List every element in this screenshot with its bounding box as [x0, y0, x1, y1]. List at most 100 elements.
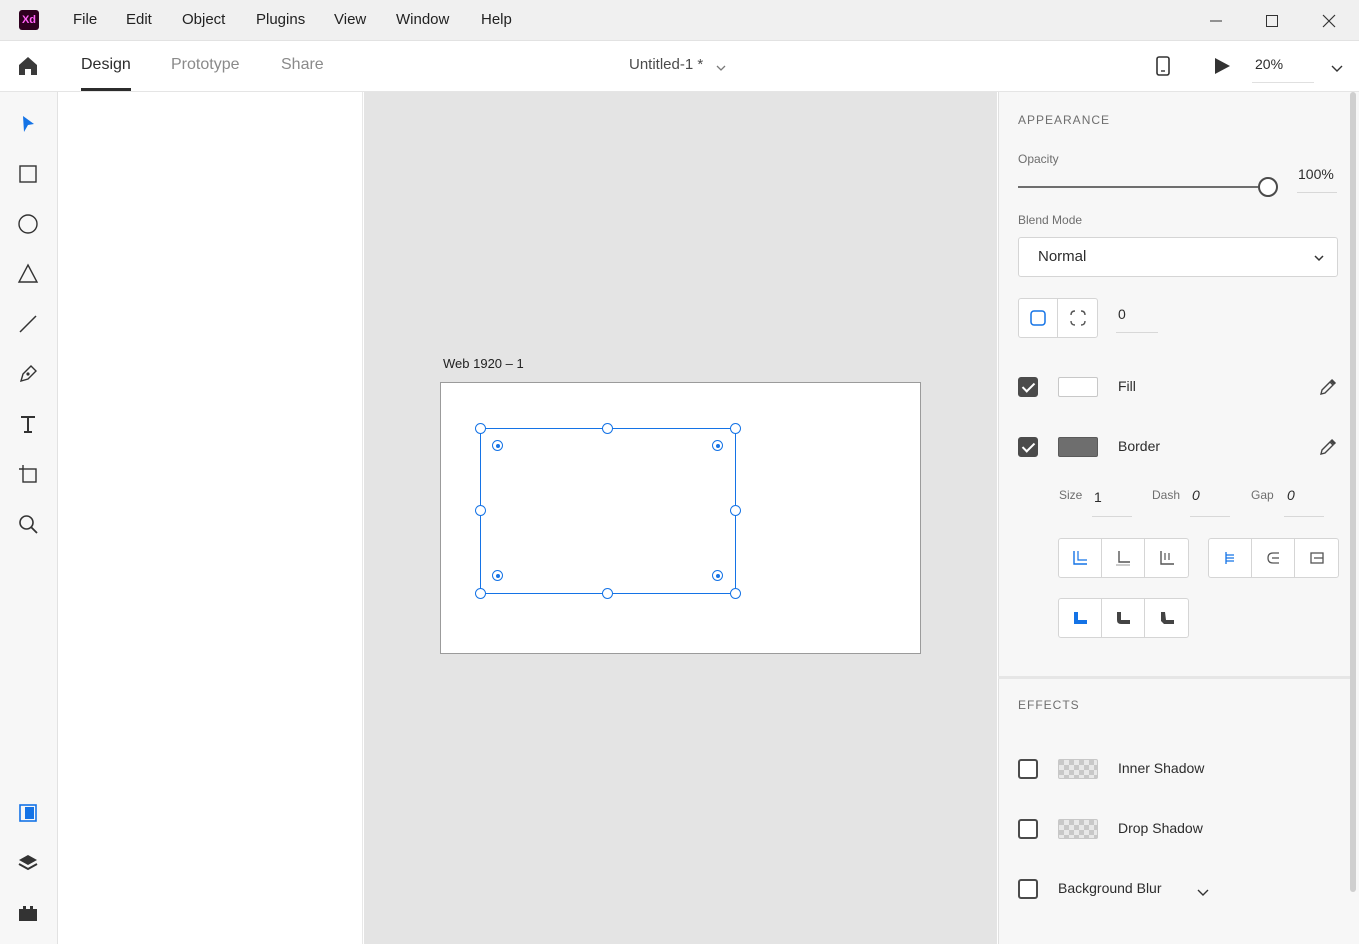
drop-shadow-label: Drop Shadow: [1118, 820, 1203, 836]
resize-handle-top-left[interactable]: [475, 423, 486, 434]
blend-mode-label: Blend Mode: [1018, 213, 1083, 227]
tab-share[interactable]: Share: [281, 56, 324, 74]
menu-plugins[interactable]: Plugins: [256, 11, 305, 28]
selected-rectangle[interactable]: [480, 428, 736, 594]
resize-handle-right[interactable]: [730, 505, 741, 516]
background-blur-label: Background Blur: [1058, 880, 1162, 896]
corner-radius-underline: [1116, 332, 1158, 333]
fill-label: Fill: [1118, 378, 1136, 394]
menu-view[interactable]: View: [334, 11, 366, 28]
miter-join-icon[interactable]: [1059, 599, 1102, 637]
plugins-icon[interactable]: [14, 899, 42, 927]
border-gap-value[interactable]: 0: [1287, 487, 1295, 503]
corner-radius-value[interactable]: 0: [1118, 306, 1126, 322]
fill-swatch[interactable]: [1058, 377, 1098, 397]
minimize-icon[interactable]: [1203, 8, 1229, 34]
tab-design[interactable]: Design: [81, 56, 131, 74]
assets-icon[interactable]: [14, 799, 42, 827]
zoom-level[interactable]: 20%: [1255, 56, 1283, 72]
line-tool-icon[interactable]: [14, 310, 42, 338]
select-tool-icon[interactable]: [14, 110, 42, 138]
butt-cap-icon[interactable]: [1209, 539, 1252, 577]
round-cap-icon[interactable]: [1252, 539, 1295, 577]
inner-shadow-label: Inner Shadow: [1118, 760, 1205, 776]
text-tool-icon[interactable]: [14, 410, 42, 438]
drop-shadow-checkbox[interactable]: [1018, 819, 1038, 839]
resize-handle-left[interactable]: [475, 505, 486, 516]
resize-handle-top[interactable]: [602, 423, 613, 434]
chevron-down-icon[interactable]: [715, 60, 727, 76]
inner-shadow-checkbox[interactable]: [1018, 759, 1038, 779]
uniform-corner-icon[interactable]: [1019, 299, 1058, 337]
resize-handle-bottom-left[interactable]: [475, 588, 486, 599]
inspector-scrollbar[interactable]: [1350, 92, 1356, 892]
border-size-value[interactable]: 1: [1094, 489, 1102, 505]
rectangle-tool-icon[interactable]: [14, 160, 42, 188]
pen-tool-icon[interactable]: [14, 360, 42, 388]
menu-window[interactable]: Window: [396, 11, 449, 28]
border-label: Border: [1118, 438, 1161, 454]
bevel-join-icon[interactable]: [1145, 599, 1188, 637]
appearance-title: APPEARANCE: [1018, 113, 1111, 127]
maximize-icon[interactable]: [1259, 8, 1285, 34]
eyedropper-icon[interactable]: [1318, 377, 1338, 400]
per-corner-icon[interactable]: [1058, 299, 1097, 337]
inner-shadow-swatch[interactable]: [1058, 759, 1098, 779]
drop-shadow-swatch[interactable]: [1058, 819, 1098, 839]
document-title[interactable]: Untitled-1 *: [629, 56, 703, 73]
outer-stroke-icon[interactable]: [1145, 539, 1188, 577]
mode-bar: Design Prototype Share Untitled-1 * 20%: [0, 41, 1359, 92]
zoom-dropdown-icon[interactable]: [1330, 60, 1344, 76]
opacity-underline: [1297, 192, 1337, 193]
opacity-label: Opacity: [1018, 152, 1059, 166]
stroke-join-group: [1058, 598, 1189, 638]
ellipse-tool-icon[interactable]: [14, 210, 42, 238]
polygon-tool-icon[interactable]: [14, 260, 42, 288]
artboard-tool-icon[interactable]: [14, 460, 42, 488]
fill-checkbox[interactable]: [1018, 377, 1038, 397]
menu-file[interactable]: File: [73, 11, 97, 28]
close-icon[interactable]: [1316, 8, 1342, 34]
border-checkbox[interactable]: [1018, 437, 1038, 457]
menu-edit[interactable]: Edit: [126, 11, 152, 28]
xd-logo-icon[interactable]: Xd: [19, 10, 39, 30]
tool-bar: [0, 92, 58, 944]
layers-icon[interactable]: [14, 849, 42, 877]
resize-handle-bottom-right[interactable]: [730, 588, 741, 599]
home-icon[interactable]: [16, 54, 40, 78]
blend-mode-select[interactable]: Normal: [1018, 237, 1338, 277]
artboard-label[interactable]: Web 1920 – 1: [443, 356, 524, 371]
center-stroke-icon[interactable]: [1102, 539, 1145, 577]
corner-radius-handle[interactable]: [492, 440, 503, 451]
corner-radius-handle[interactable]: [492, 570, 503, 581]
tab-prototype[interactable]: Prototype: [171, 56, 239, 74]
menu-help[interactable]: Help: [481, 11, 512, 28]
play-icon[interactable]: [1212, 56, 1232, 79]
chevron-down-icon: [1314, 255, 1324, 262]
border-position-group: [1058, 538, 1189, 578]
eyedropper-icon[interactable]: [1318, 437, 1338, 460]
border-swatch[interactable]: [1058, 437, 1098, 457]
opacity-slider-track[interactable]: [1018, 186, 1258, 188]
active-tab-indicator: [81, 88, 131, 91]
corner-radius-handle[interactable]: [712, 570, 723, 581]
chevron-down-icon[interactable]: [1196, 884, 1210, 900]
opacity-slider-thumb[interactable]: [1258, 177, 1278, 197]
inner-stroke-icon[interactable]: [1059, 539, 1102, 577]
resize-handle-top-right[interactable]: [730, 423, 741, 434]
corner-mode-toggle: [1018, 298, 1098, 338]
section-divider: [998, 676, 1350, 679]
stroke-cap-group: [1208, 538, 1339, 578]
zoom-underline: [1252, 82, 1314, 83]
round-join-icon[interactable]: [1102, 599, 1145, 637]
border-dash-value[interactable]: 0: [1192, 487, 1200, 503]
menu-object[interactable]: Object: [182, 11, 225, 28]
zoom-tool-icon[interactable]: [14, 510, 42, 538]
resize-handle-bottom[interactable]: [602, 588, 613, 599]
background-blur-checkbox[interactable]: [1018, 879, 1038, 899]
device-preview-icon[interactable]: [1153, 55, 1173, 80]
opacity-value[interactable]: 100%: [1298, 166, 1334, 182]
corner-radius-handle[interactable]: [712, 440, 723, 451]
square-cap-icon[interactable]: [1295, 539, 1338, 577]
gap-underline: [1284, 516, 1324, 517]
